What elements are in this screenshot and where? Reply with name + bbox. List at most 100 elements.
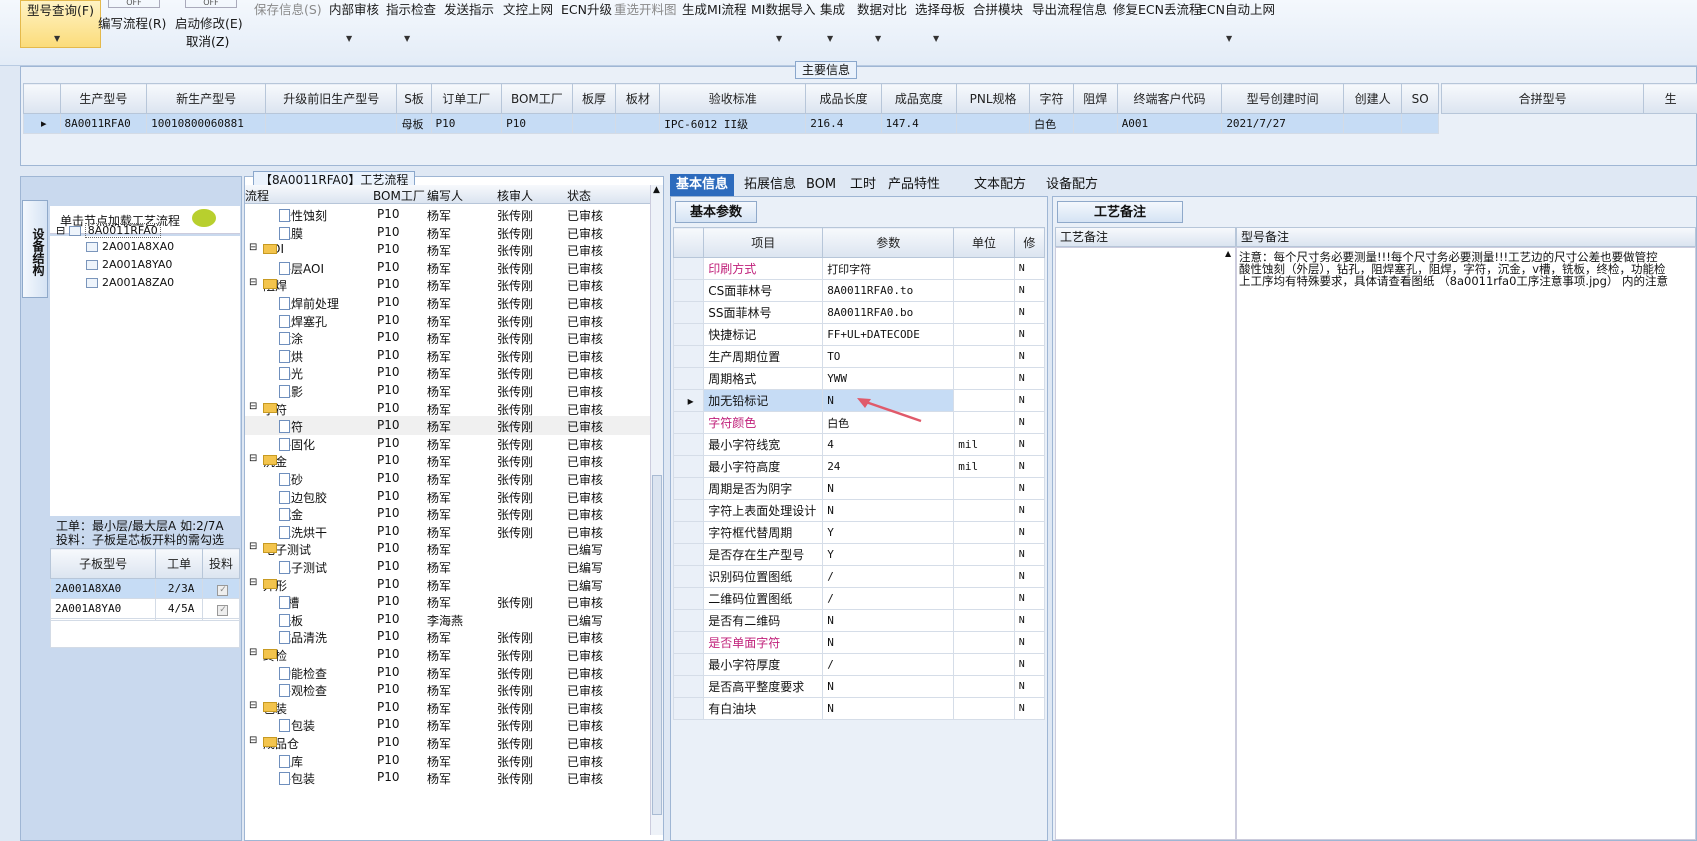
list-item[interactable]: 沉金 P10 杨军 张传刚 已审核 — [245, 504, 650, 523]
list-item[interactable]: 字符 P10 杨军 张传刚 已审核 — [245, 416, 650, 436]
chevron-down-icon[interactable]: ▼ — [776, 34, 782, 43]
save-info-button[interactable]: 保存信息(S) — [254, 0, 322, 22]
param-value[interactable]: 8A0011RFA0.bo — [822, 301, 955, 324]
table-row[interactable]: 有白油块 N N — [672, 697, 1046, 720]
send-instruction-button[interactable]: 发送指示 — [444, 0, 494, 22]
tree-child[interactable]: 2A001A8ZA0 — [86, 276, 174, 289]
param-value[interactable]: / — [822, 587, 955, 610]
internal-review-button[interactable]: 内部审核 — [329, 0, 379, 22]
list-item[interactable]: 电子测试 P10 杨军 已编写 — [245, 557, 650, 576]
table-row[interactable]: 是否单面字符 N N — [672, 631, 1046, 654]
table-row[interactable]: CS面菲林号 8A0011RFA0.to N — [672, 279, 1046, 302]
table-row[interactable]: 快捷标记 FF+UL+DATECODE N — [672, 323, 1046, 346]
generate-mi-process-button[interactable]: 生成MI流程 — [682, 0, 746, 22]
main-cell[interactable]: 8A0011RFA0 — [59, 113, 148, 134]
param-value[interactable]: 24 — [822, 455, 955, 478]
feed-checkbox[interactable]: ✓ — [201, 598, 241, 619]
main-cell[interactable] — [1342, 113, 1403, 134]
list-item[interactable]: 沉金 ⊟ P10 杨军 张传刚 已审核 — [245, 451, 650, 470]
list-item[interactable]: 外观检查 P10 杨军 张传刚 已审核 — [245, 680, 650, 699]
tab-2[interactable]: BOM — [800, 174, 842, 196]
tab-device-structure[interactable]: 设备结构 — [22, 200, 48, 298]
tab-0[interactable]: 基本信息 — [670, 174, 735, 196]
collapse-icon[interactable]: ⊟ — [249, 700, 257, 711]
list-item[interactable]: 外包装 P10 杨军 张传刚 已审核 — [245, 768, 650, 787]
cancel-button[interactable]: 取消(Z) — [186, 31, 229, 50]
tab-5[interactable]: 文本配方 — [968, 174, 1032, 196]
table-row[interactable]: 2A001A8XA0 2/3A ✓ — [49, 578, 241, 599]
mi-data-import-button[interactable]: MI数据导入 — [751, 0, 815, 22]
main-cell[interactable]: 白色 — [1029, 113, 1074, 134]
table-row[interactable]: 字符上表面处理设计 N N — [672, 499, 1046, 522]
collapse-icon[interactable]: ⊟ — [249, 453, 257, 464]
param-value[interactable]: N — [822, 609, 955, 632]
collapse-icon[interactable]: ⊟ — [249, 647, 257, 658]
list-item[interactable]: 阻焊前处理 P10 杨军 张传刚 已审核 — [245, 293, 650, 312]
chevron-down-icon[interactable]: ▼ — [54, 34, 60, 43]
table-row[interactable]: 生产周期位置 TO N — [672, 345, 1046, 368]
list-item[interactable]: 酸性蚀刻 P10 杨军 张传刚 已审核 — [245, 205, 650, 224]
list-item[interactable]: 喷砂 P10 杨军 张传刚 已审核 — [245, 469, 650, 488]
tab-3[interactable]: 工时 — [844, 174, 882, 196]
list-item[interactable]: 功能检查 P10 杨军 张传刚 已审核 — [245, 663, 650, 682]
model-query-button[interactable]: 型号查询(F) — [20, 0, 101, 48]
list-item[interactable]: 铣板 P10 李海燕 已编写 — [245, 610, 650, 629]
param-value[interactable]: / — [822, 565, 955, 588]
param-value[interactable]: YWW — [822, 367, 955, 390]
scroll-thumb[interactable] — [652, 475, 662, 815]
param-value[interactable]: N — [822, 675, 955, 698]
off-toggle-2[interactable]: OFF — [185, 0, 237, 8]
param-value[interactable]: N — [822, 697, 955, 720]
table-row[interactable]: 二维码位置图纸 / N — [672, 587, 1046, 610]
main-cell[interactable]: A001 — [1116, 113, 1223, 134]
main-cell[interactable]: P10 — [501, 113, 573, 134]
select-mother-board-button[interactable]: 选择母板 — [915, 0, 965, 22]
feed-checkbox[interactable]: ✓ — [201, 578, 241, 599]
tab-1[interactable]: 拓展信息 — [738, 174, 802, 196]
data-compare-button[interactable]: 数据对比 — [857, 0, 907, 22]
table-row[interactable]: 周期是否为阴字 N N — [672, 477, 1046, 500]
chevron-down-icon[interactable]: ▼ — [346, 34, 352, 43]
list-item[interactable]: 字符 ⊟ P10 杨军 张传刚 已审核 — [245, 399, 650, 418]
list-item[interactable]: 退膜 P10 杨军 张传刚 已审核 — [245, 223, 650, 242]
list-item[interactable]: 曝光 P10 杨军 张传刚 已审核 — [245, 363, 650, 382]
table-row[interactable]: SS面菲林号 8A0011RFA0.bo N — [672, 301, 1046, 324]
param-value[interactable]: N — [822, 477, 955, 500]
main-cell[interactable] — [571, 113, 617, 134]
main-cell[interactable] — [956, 113, 1031, 134]
chevron-down-icon[interactable]: ▼ — [827, 34, 833, 43]
tree-root[interactable]: ⊟ 8A0011RFA0 — [56, 223, 161, 238]
param-value[interactable]: 8A0011RFA0.to — [822, 279, 955, 302]
collapse-icon[interactable]: ⊟ — [249, 242, 257, 253]
basic-params-tab[interactable]: 基本参数 — [675, 201, 758, 223]
chevron-down-icon[interactable]: ▼ — [404, 34, 410, 43]
list-item[interactable]: 阻焊 ⊟ P10 杨军 张传刚 已审核 — [245, 275, 650, 294]
sub-order[interactable]: 2/3A — [155, 578, 203, 599]
table-row[interactable]: 最小字符线宽 4 mil N — [672, 433, 1046, 456]
list-item[interactable]: 预烘 P10 杨军 张传刚 已审核 — [245, 346, 650, 365]
table-row[interactable]: 字符框代替周期 Y N — [672, 521, 1046, 544]
tree-child[interactable]: 2A001A8XA0 — [86, 240, 174, 253]
chevron-down-icon[interactable]: ▼ — [933, 34, 939, 43]
list-item[interactable]: 包装 ⊟ P10 杨军 张传刚 已审核 — [245, 698, 650, 717]
chevron-down-icon[interactable]: ▼ — [1226, 34, 1232, 43]
list-item[interactable]: 外层AOI P10 杨军 张传刚 已审核 — [245, 258, 650, 277]
list-item[interactable]: AOI ⊟ P10 杨军 张传刚 已审核 — [245, 240, 650, 259]
process-remark-textarea[interactable] — [1055, 247, 1236, 840]
integrate-button[interactable]: 集成 — [820, 0, 845, 22]
tree-child[interactable]: 2A001A8YA0 — [86, 258, 172, 271]
model-remark-textarea[interactable]: 注意：每个尺寸务必要测量!!!每个尺寸务必要测量!!!工艺边的尺寸公差也要做管控… — [1236, 247, 1696, 840]
collapse-icon[interactable]: ⊟ — [249, 277, 257, 288]
list-item[interactable]: 水洗烘干 P10 杨军 张传刚 已审核 — [245, 522, 650, 541]
main-cell[interactable]: 147.4 — [880, 113, 958, 134]
process-scrollbar[interactable]: ▲ — [650, 185, 663, 835]
table-row[interactable]: 周期格式 YWW N — [672, 367, 1046, 390]
param-value[interactable]: 4 — [822, 433, 955, 456]
list-item[interactable]: 成品清洗 P10 杨军 张传刚 已审核 — [245, 627, 650, 646]
main-cell[interactable]: P10 — [430, 113, 503, 134]
list-item[interactable]: 阻焊塞孔 P10 杨军 张传刚 已审核 — [245, 311, 650, 330]
list-item[interactable]: 电子测试 ⊟ P10 杨军 已编写 — [245, 539, 650, 558]
table-row[interactable]: 最小字符高度 24 mil N — [672, 455, 1046, 478]
chevron-down-icon[interactable]: ▼ — [875, 34, 881, 43]
param-value[interactable]: / — [822, 653, 955, 676]
